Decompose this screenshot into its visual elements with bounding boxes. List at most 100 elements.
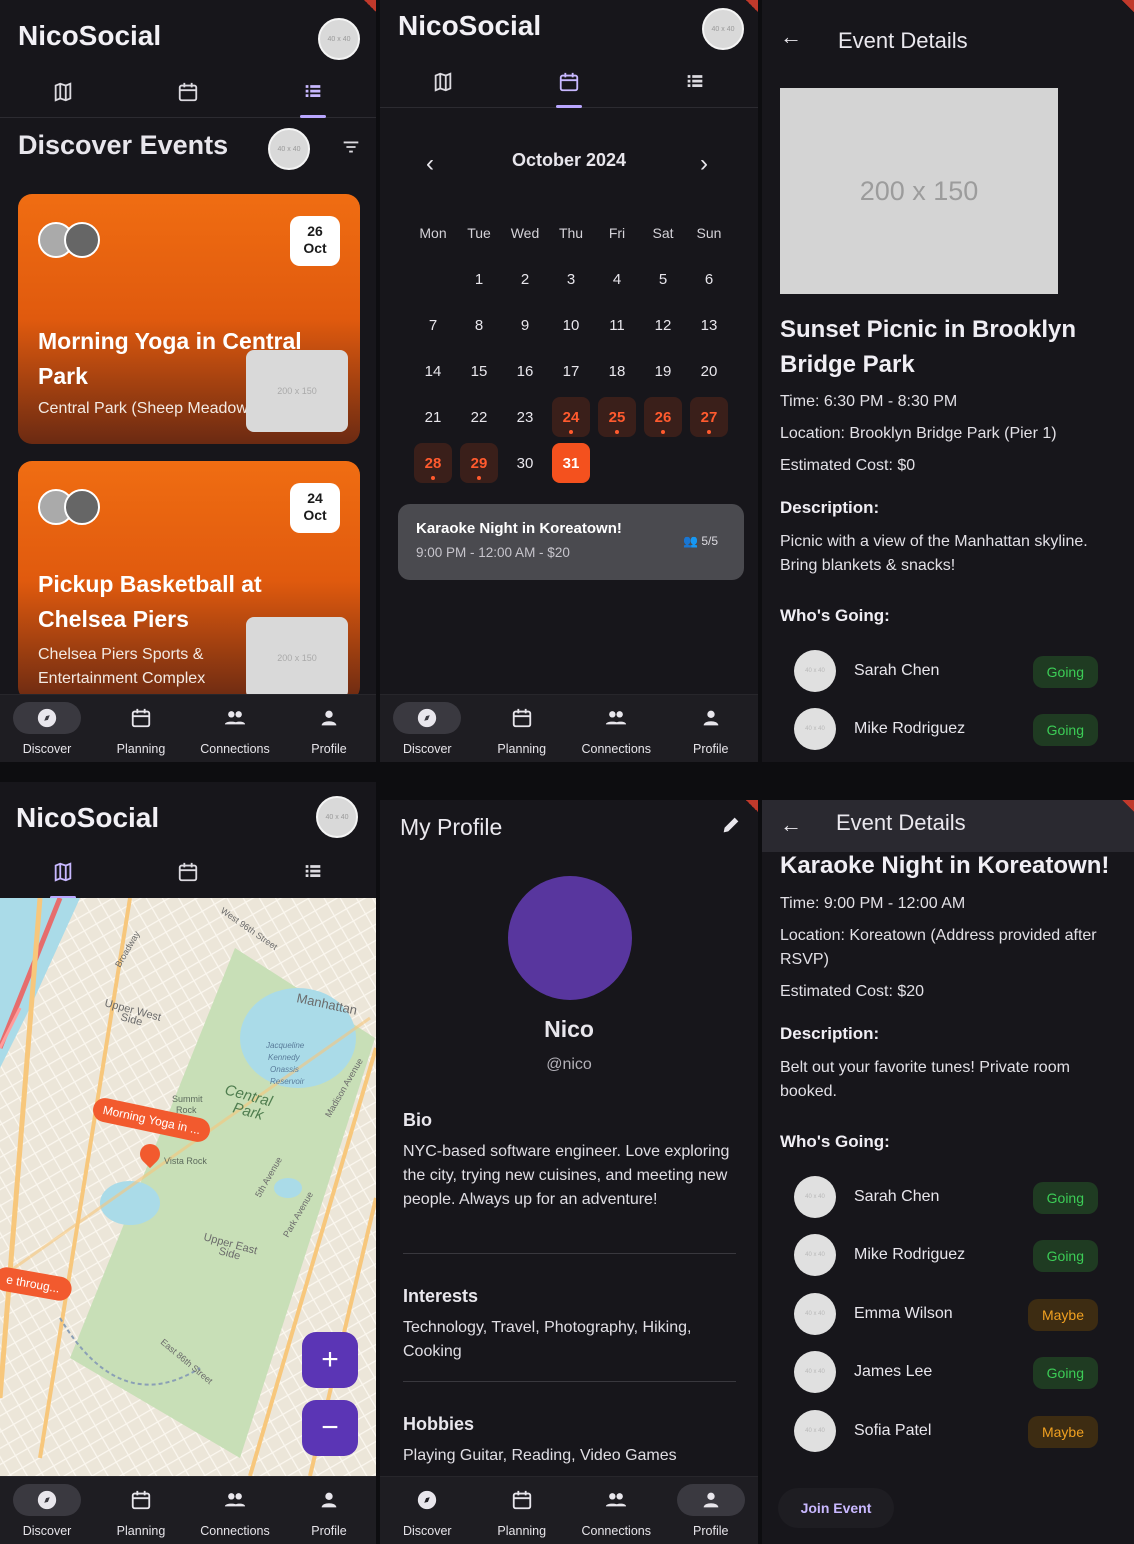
nav-planning[interactable]: Planning xyxy=(475,695,570,762)
tab-list[interactable] xyxy=(632,56,758,107)
avatar: 40 x 40 xyxy=(794,1410,836,1452)
map-screen: NicoSocial 40 x 40 Upper West Side Manha… xyxy=(0,782,376,1544)
calendar-day[interactable]: 21 xyxy=(410,397,456,437)
back-arrow-icon[interactable]: ← xyxy=(780,24,802,50)
user-avatar[interactable]: 40 x 40 xyxy=(316,796,358,838)
zoom-out-button[interactable]: − xyxy=(302,1400,358,1456)
app-bar: NicoSocial 40 x 40 xyxy=(0,782,376,846)
nav-profile[interactable]: Profile xyxy=(664,1477,759,1544)
view-tabs xyxy=(0,846,376,899)
calendar-day[interactable]: 8 xyxy=(456,305,502,345)
tab-map[interactable] xyxy=(0,66,125,117)
nav-connections[interactable]: Connections xyxy=(188,1477,282,1544)
calendar-day[interactable]: 26 xyxy=(644,397,682,437)
calendar-icon xyxy=(512,708,531,727)
calendar-day[interactable]: 1 xyxy=(456,259,502,299)
nav-discover[interactable]: Discover xyxy=(380,695,475,762)
nav-profile[interactable]: Profile xyxy=(282,1477,376,1544)
sort-icon[interactable] xyxy=(340,136,362,158)
interests-heading: Interests xyxy=(403,1286,479,1306)
avatar: 40 x 40 xyxy=(794,650,836,692)
event-card[interactable]: 24 Oct Pickup Basketball at Chelsea Piers… xyxy=(18,461,360,701)
tab-calendar[interactable] xyxy=(125,66,250,117)
calendar-day[interactable]: 30 xyxy=(502,443,548,483)
calendar-day[interactable]: 16 xyxy=(502,351,548,391)
tab-list[interactable] xyxy=(251,846,376,898)
tab-map[interactable] xyxy=(380,56,506,107)
nav-planning[interactable]: Planning xyxy=(94,695,188,762)
nav-discover[interactable]: Discover xyxy=(0,1477,94,1544)
calendar-day[interactable]: 27 xyxy=(690,397,728,437)
weekday-label: Sat xyxy=(652,225,674,241)
compass-icon xyxy=(37,708,57,727)
calendar-day[interactable]: 25 xyxy=(598,397,636,437)
calendar-day[interactable]: 31 xyxy=(552,443,590,483)
calendar-day[interactable]: 12 xyxy=(640,305,686,345)
calendar-day[interactable]: 20 xyxy=(686,351,732,391)
calendar-day[interactable]: 22 xyxy=(456,397,502,437)
tab-list[interactable] xyxy=(251,66,376,118)
calendar-day[interactable]: 10 xyxy=(548,305,594,345)
join-event-button[interactable]: Join Event xyxy=(778,1488,894,1528)
nav-connections[interactable]: Connections xyxy=(188,695,282,762)
view-tabs xyxy=(380,56,758,108)
status-badge: Maybe xyxy=(1027,1416,1098,1448)
calendar-day[interactable]: 5 xyxy=(640,259,686,299)
edit-pencil-icon[interactable] xyxy=(720,814,742,836)
calendar-day[interactable]: 13 xyxy=(686,305,732,345)
tab-calendar[interactable] xyxy=(506,56,632,108)
tab-map[interactable] xyxy=(0,846,125,899)
nav-connections[interactable]: Connections xyxy=(569,695,664,762)
bottom-nav: Discover Planning Connections Profile xyxy=(380,1476,758,1544)
back-arrow-icon[interactable]: ← xyxy=(780,812,802,838)
calendar-screen: NicoSocial 40 x 40 ‹ October 2024 › Mon T… xyxy=(380,0,758,762)
nav-discover[interactable]: Discover xyxy=(0,695,94,762)
svg-text:Summit: Summit xyxy=(172,1094,203,1104)
calendar-day[interactable]: 11 xyxy=(594,305,640,345)
attendees-heading: Who's Going: xyxy=(780,606,890,625)
event-cost: Estimated Cost: $20 xyxy=(780,983,925,1000)
debug-banner xyxy=(746,800,758,812)
event-time: Time: 9:00 PM - 12:00 AM xyxy=(780,895,966,912)
tab-calendar[interactable] xyxy=(125,846,250,898)
next-month-icon[interactable]: › xyxy=(700,150,708,178)
status-badge: Going xyxy=(1032,1182,1098,1214)
nav-profile[interactable]: Profile xyxy=(282,695,376,762)
svg-text:Onassis: Onassis xyxy=(270,1065,299,1074)
discover-screen: NicoSocial 40 x 40 Discover Events 40 x … xyxy=(0,0,376,762)
description-heading: Description: xyxy=(780,498,880,517)
event-details-screen: ← Event Details Karaoke Night in Koreato… xyxy=(762,800,1134,1544)
nav-discover[interactable]: Discover xyxy=(380,1477,475,1544)
calendar-day[interactable]: 9 xyxy=(502,305,548,345)
event-thumbnail: 200 x 150 xyxy=(246,350,348,432)
calendar-day[interactable]: 7 xyxy=(410,305,456,345)
calendar-day[interactable]: 15 xyxy=(456,351,502,391)
filter-avatar[interactable]: 40 x 40 xyxy=(268,128,310,170)
calendar-day[interactable]: 24 xyxy=(552,397,590,437)
calendar-day[interactable]: 17 xyxy=(548,351,594,391)
nav-profile[interactable]: Profile xyxy=(664,695,759,762)
calendar-day[interactable]: 28 xyxy=(414,443,452,483)
zoom-in-button[interactable]: + xyxy=(302,1332,358,1388)
nav-planning[interactable]: Planning xyxy=(94,1477,188,1544)
calendar-day[interactable]: 4 xyxy=(594,259,640,299)
calendar-day[interactable]: 29 xyxy=(460,443,498,483)
calendar-day[interactable]: 14 xyxy=(410,351,456,391)
nav-planning[interactable]: Planning xyxy=(475,1477,570,1544)
user-avatar[interactable]: 40 x 40 xyxy=(318,18,360,60)
day-event-card[interactable]: Karaoke Night in Koreatown! 9:00 PM - 12… xyxy=(398,504,744,580)
event-card[interactable]: 26 Oct Morning Yoga in Central Park Centr… xyxy=(18,194,360,444)
event-location: Chelsea Piers Sports & Entertainment Com… xyxy=(38,646,206,687)
nav-connections[interactable]: Connections xyxy=(569,1477,664,1544)
calendar-day[interactable]: 18 xyxy=(594,351,640,391)
status-badge: Going xyxy=(1032,656,1098,688)
calendar-day[interactable]: 3 xyxy=(548,259,594,299)
calendar-day[interactable]: 6 xyxy=(686,259,732,299)
calendar-day[interactable]: 23 xyxy=(502,397,548,437)
user-avatar[interactable]: 40 x 40 xyxy=(702,8,744,50)
calendar-day[interactable]: 2 xyxy=(502,259,548,299)
calendar-day[interactable]: 19 xyxy=(640,351,686,391)
map-view[interactable]: Upper West Side Manhattan Central Park U… xyxy=(0,898,376,1476)
avatar: 40 x 40 xyxy=(794,1351,836,1393)
date-badge: 24 Oct xyxy=(290,483,340,533)
